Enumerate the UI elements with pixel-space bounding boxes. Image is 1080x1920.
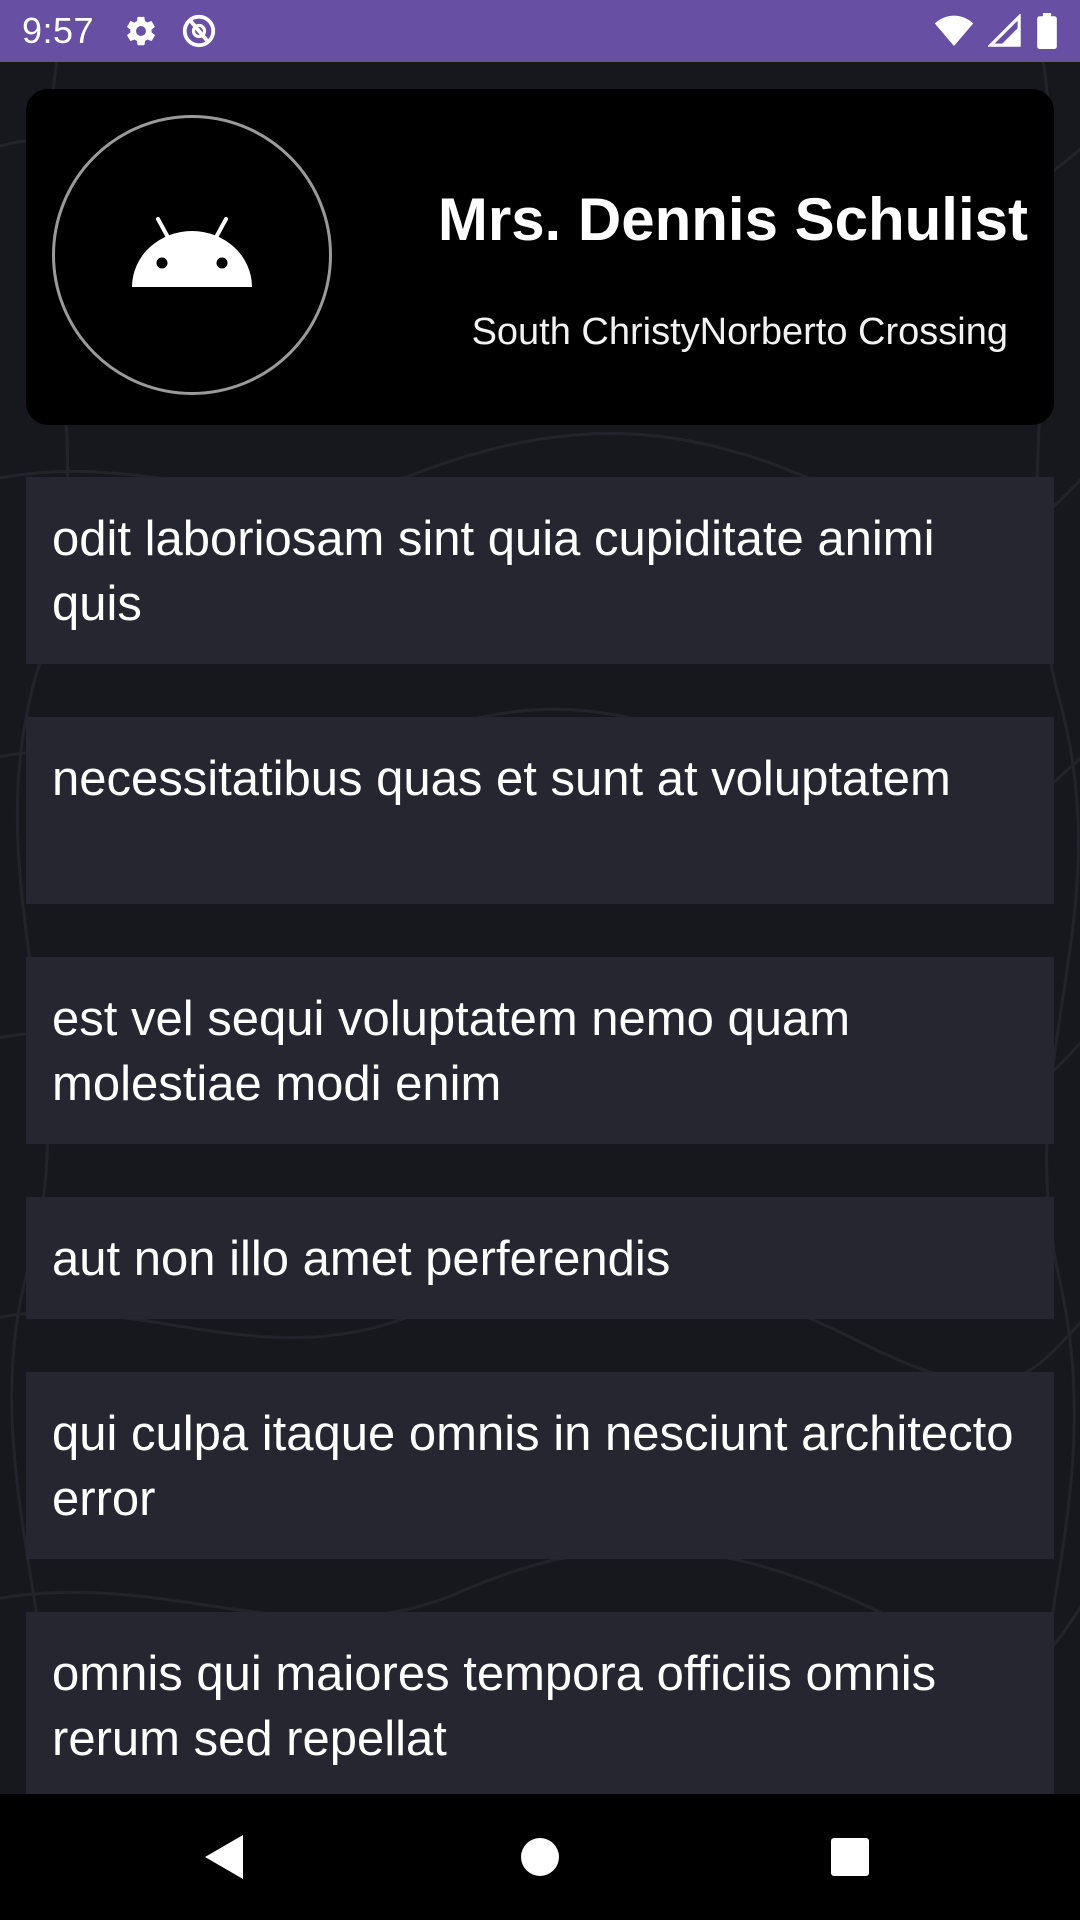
wifi-icon xyxy=(934,14,974,48)
data-saver-icon xyxy=(180,12,218,50)
list-item[interactable]: qui culpa itaque omnis in nesciunt archi… xyxy=(26,1372,1054,1559)
navigation-bar xyxy=(0,1794,1080,1920)
list-item[interactable]: necessitatibus quas et sunt at voluptate… xyxy=(26,717,1054,904)
back-icon xyxy=(205,1835,243,1879)
nav-recents-button[interactable] xyxy=(805,1794,895,1920)
recents-icon xyxy=(831,1838,869,1876)
cell-signal-icon xyxy=(988,14,1022,48)
main-content[interactable]: Mrs. Dennis Schulist South ChristyNorber… xyxy=(0,62,1080,1794)
list-item-text: necessitatibus quas et sunt at voluptate… xyxy=(52,752,951,806)
profile-card[interactable]: Mrs. Dennis Schulist South ChristyNorber… xyxy=(26,89,1054,425)
android-icon xyxy=(132,217,252,287)
status-left-icons xyxy=(124,12,218,50)
status-time: 9:57 xyxy=(22,10,95,51)
nav-home-button[interactable] xyxy=(495,1794,585,1920)
battery-icon xyxy=(1036,13,1058,49)
gear-icon xyxy=(124,14,158,48)
list-item-text: est vel sequi voluptatem nemo quam moles… xyxy=(52,992,851,1111)
list-item-text: omnis qui maiores tempora officiis omnis… xyxy=(52,1647,937,1766)
list-item-text: aut non illo amet perferendis xyxy=(52,1232,671,1286)
home-icon xyxy=(521,1838,559,1876)
list-item[interactable]: est vel sequi voluptatem nemo quam moles… xyxy=(26,957,1054,1144)
list-item[interactable]: aut non illo amet perferendis xyxy=(26,1197,1054,1319)
list-item[interactable]: omnis qui maiores tempora officiis omnis… xyxy=(26,1612,1054,1794)
list-item-text: qui culpa itaque omnis in nesciunt archi… xyxy=(52,1407,1014,1526)
avatar[interactable] xyxy=(52,115,332,395)
status-bar: 9:57 xyxy=(0,0,1080,62)
profile-location: South ChristyNorberto Crossing xyxy=(471,311,1008,353)
profile-name: Mrs. Dennis Schulist xyxy=(437,186,1028,253)
list-item-text: odit laboriosam sint quia cupiditate ani… xyxy=(52,512,935,631)
nav-back-button[interactable] xyxy=(180,1794,270,1920)
list-item[interactable]: odit laboriosam sint quia cupiditate ani… xyxy=(26,477,1054,664)
status-right-icons xyxy=(934,13,1058,49)
